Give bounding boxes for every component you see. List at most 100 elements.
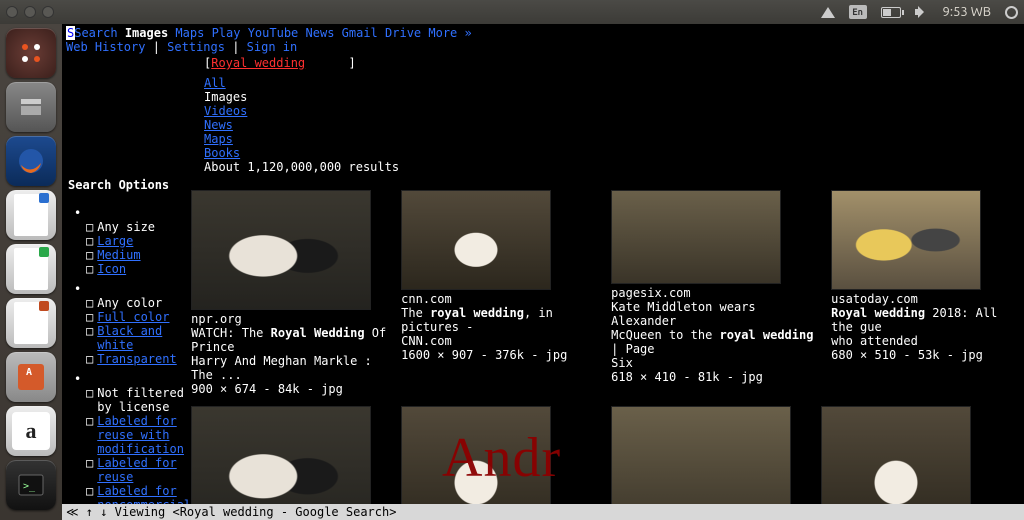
battery-icon[interactable] (881, 7, 901, 18)
volume-icon[interactable] (915, 6, 929, 18)
tab-images[interactable]: Images (204, 90, 1020, 104)
license-options: □Not filtered by license □Labeled for re… (86, 386, 191, 520)
tab-all[interactable]: All (204, 76, 226, 90)
tab-news[interactable]: News (204, 118, 233, 132)
opt-not-filtered[interactable]: Not filtered by license (97, 386, 191, 414)
network-icon[interactable] (821, 7, 835, 18)
google-sub-nav: Web History | Settings | Sign in (66, 40, 1020, 54)
result-source: usatoday.com (831, 292, 1021, 306)
result-thumb[interactable] (191, 406, 371, 520)
tab-maps[interactable]: Maps (204, 132, 233, 146)
tab-books[interactable]: Books (204, 146, 240, 160)
tab-videos[interactable]: Videos (204, 104, 247, 118)
result-thumb[interactable] (611, 190, 781, 284)
nav-youtube[interactable]: YouTube (248, 26, 299, 40)
result-title: WATCH: The Royal Wedding Of Prince (191, 326, 391, 354)
result-card[interactable]: usmagazine.com (401, 406, 601, 520)
clock[interactable]: 9:53 WB (943, 5, 991, 19)
panel-indicators: En 9:53 WB (821, 5, 1018, 19)
color-options: □Any color □Full color □Black and white … (86, 296, 191, 366)
result-thumb[interactable] (611, 406, 791, 520)
result-card[interactable]: npr.org WATCH: The Royal Wedding Of Prin… (191, 190, 391, 396)
gear-icon[interactable] (1005, 6, 1018, 19)
opt-any-color[interactable]: Any color (97, 296, 162, 310)
nav-images[interactable]: Images (125, 26, 168, 40)
result-thumb[interactable] (401, 406, 551, 520)
result-card[interactable]: townandcountrymag.com Meghan Markle's We… (191, 406, 391, 520)
maximize-icon[interactable] (42, 6, 54, 18)
ubuntu-launcher: a >_ (0, 24, 62, 520)
nav-drive[interactable]: Drive (385, 26, 421, 40)
terminal-browser: SSearch Images Maps Play YouTube News Gm… (62, 24, 1024, 520)
result-thumb[interactable] (831, 190, 981, 290)
opt-any-size[interactable]: Any size (97, 220, 155, 234)
results-row-1: npr.org WATCH: The Royal Wedding Of Prin… (191, 190, 1021, 396)
result-title: Kate Middleton wears Alexander (611, 300, 821, 328)
search-close-bracket: ] (349, 56, 356, 70)
result-card[interactable]: usatoday.com Royal wedding 2018: All the… (831, 190, 1021, 396)
window-buttons (6, 6, 54, 18)
search-input[interactable]: Royal wedding (211, 56, 305, 70)
result-source: pagesix.com (611, 286, 821, 300)
nav-signin[interactable]: Sign in (247, 40, 298, 54)
result-dimensions: 1600 × 907 - 376k - jpg (401, 348, 601, 362)
svg-text:>_: >_ (23, 481, 36, 492)
search-tabs: All Images Videos News Maps Books About … (204, 76, 1020, 174)
result-thumb[interactable] (191, 190, 371, 310)
launcher-firefox[interactable] (6, 136, 56, 186)
opt-medium[interactable]: Medium (97, 248, 140, 262)
nav-maps[interactable]: Maps (175, 26, 204, 40)
search-open-bracket: [ (204, 56, 211, 70)
nav-gmail[interactable]: Gmail (342, 26, 378, 40)
minimize-icon[interactable] (24, 6, 36, 18)
launcher-files[interactable] (6, 82, 56, 132)
nav-more[interactable]: More (428, 26, 457, 40)
opt-full-color[interactable]: Full color (97, 310, 169, 324)
result-dimensions: 618 × 410 - 81k - jpg (611, 370, 821, 384)
result-card[interactable]: pagesix.com Kate Middleton wears Alexand… (611, 190, 821, 396)
launcher-terminal[interactable]: >_ (6, 460, 56, 510)
nav-news[interactable]: News (306, 26, 335, 40)
result-thumb[interactable] (401, 190, 551, 290)
launcher-writer[interactable] (6, 190, 56, 240)
result-title: Royal wedding 2018: All the gue (831, 306, 1021, 334)
opt-reuse[interactable]: Labeled for reuse (97, 456, 191, 484)
result-title-2: McQueen to the royal wedding | Page (611, 328, 821, 356)
nav-search[interactable]: Search (74, 26, 117, 40)
launcher-amazon[interactable]: a (6, 406, 56, 456)
result-dimensions: 680 × 510 - 53k - jpg (831, 348, 1021, 362)
opt-reuse-mod[interactable]: Labeled for reuse with modification (97, 414, 191, 456)
launcher-calc[interactable] (6, 244, 56, 294)
result-card[interactable]: cnn.com The royal wedding, in pictures -… (401, 190, 601, 396)
nav-web-history[interactable]: Web History (66, 40, 145, 54)
result-title-2: CNN.com (401, 334, 601, 348)
close-icon[interactable] (6, 6, 18, 18)
result-source: cnn.com (401, 292, 601, 306)
search-row: [Royal wedding ] (204, 56, 1020, 70)
launcher-dash[interactable] (6, 28, 56, 78)
launcher-software[interactable] (6, 352, 56, 402)
opt-transparent[interactable]: Transparent (97, 352, 176, 366)
results-count: About 1,120,000,000 results (204, 160, 1020, 174)
results-area: npr.org WATCH: The Royal Wedding Of Prin… (191, 178, 1021, 520)
google-top-nav: SSearch Images Maps Play YouTube News Gm… (66, 26, 1020, 40)
launcher-impress[interactable] (6, 298, 56, 348)
nav-settings[interactable]: Settings (167, 40, 225, 54)
nav-more-arrow: » (465, 26, 472, 40)
ubuntu-top-panel: En 9:53 WB (0, 0, 1024, 24)
keyboard-indicator[interactable]: En (849, 5, 867, 19)
result-title: The royal wedding, in pictures - (401, 306, 601, 334)
result-card[interactable] (611, 406, 811, 520)
w3m-status-bar: ≪ ↑ ↓ Viewing <Royal wedding - Google Se… (62, 504, 1024, 520)
result-title-3: Six (611, 356, 821, 370)
result-thumb[interactable] (821, 406, 971, 520)
result-card[interactable]: Royal wedding: Prince Harry, Me (821, 406, 1021, 520)
result-title-2: who attended (831, 334, 1021, 348)
size-options: □Any size □Large □Medium □Icon (86, 220, 191, 276)
opt-large[interactable]: Large (97, 234, 133, 248)
result-source: npr.org (191, 312, 391, 326)
opt-icon[interactable]: Icon (97, 262, 126, 276)
results-row-2: townandcountrymag.com Meghan Markle's We… (191, 406, 1021, 520)
nav-play[interactable]: Play (212, 26, 241, 40)
opt-bw[interactable]: Black and white (97, 324, 191, 352)
